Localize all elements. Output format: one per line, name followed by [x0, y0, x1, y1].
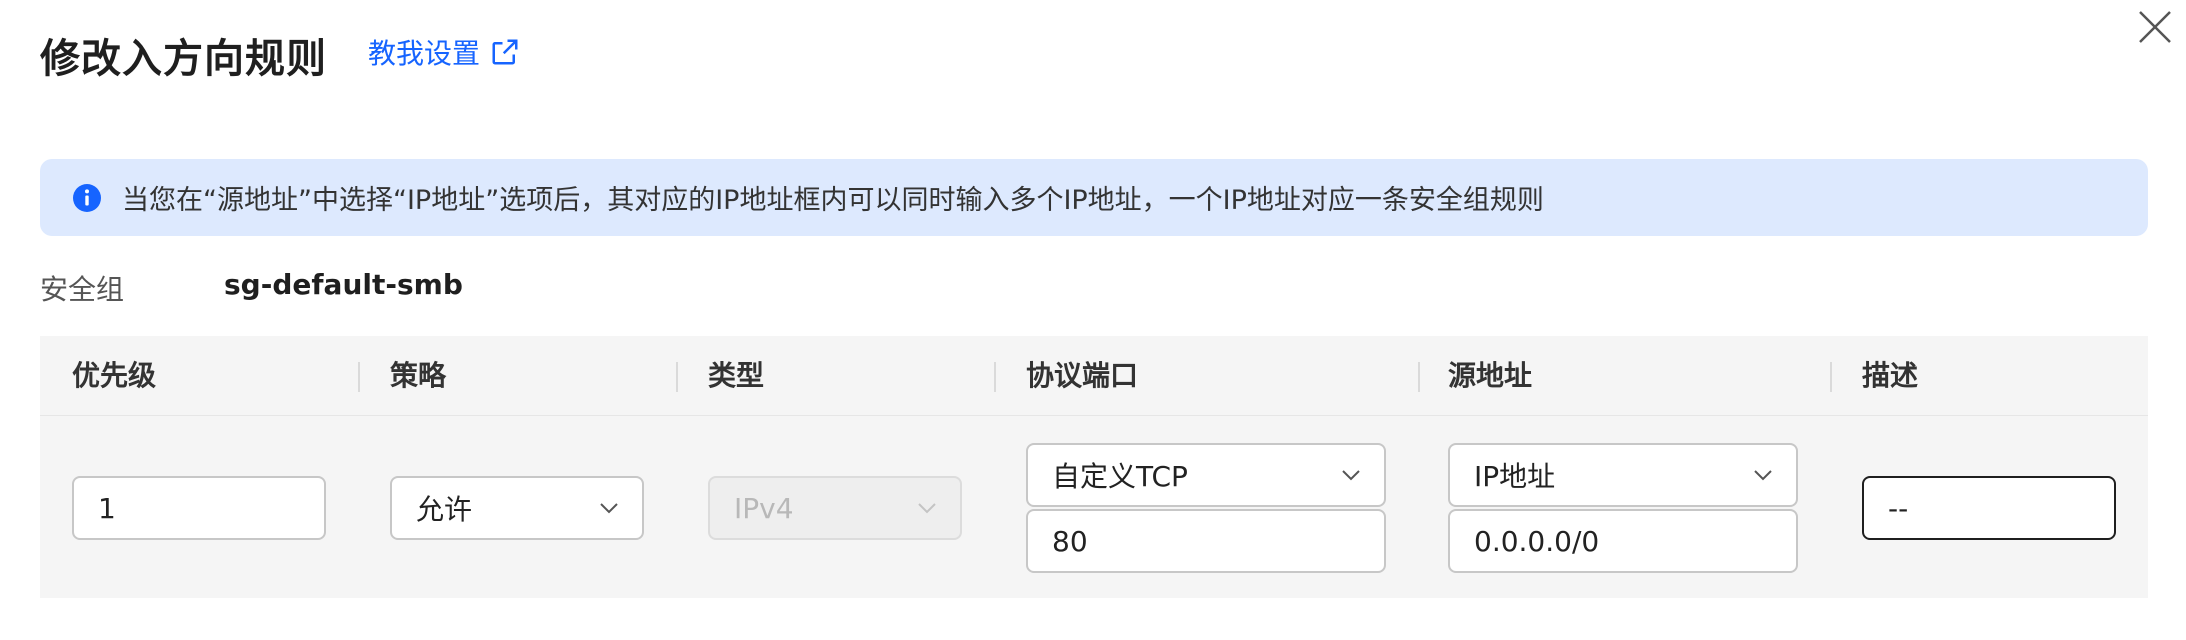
port-input[interactable]: 80 [1026, 509, 1386, 573]
help-link[interactable]: 教我设置 [368, 32, 520, 72]
dialog-title: 修改入方向规则 [40, 36, 327, 82]
column-divider [358, 362, 360, 392]
type-select: IPv4 [708, 476, 962, 540]
close-icon[interactable] [2132, 4, 2178, 50]
rules-table: 优先级 策略 类型 协议端口 源地址 描述 1 允许 IPv4 自定义TCP 8… [40, 336, 2148, 598]
column-divider [1418, 362, 1420, 392]
source-type-value: IP地址 [1474, 460, 1556, 493]
priority-input[interactable]: 1 [72, 476, 326, 540]
info-icon [73, 183, 101, 212]
column-divider [676, 362, 678, 392]
column-header-description: 描述 [1862, 359, 1919, 392]
info-banner: 当您在“源地址”中选择“IP地址”选项后，其对应的IP地址框内可以同时输入多个I… [40, 159, 2148, 236]
source-address-input[interactable]: 0.0.0.0/0 [1448, 509, 1798, 573]
protocol-select[interactable]: 自定义TCP [1026, 443, 1386, 507]
priority-value: 1 [98, 491, 116, 525]
column-header-type: 类型 [708, 359, 765, 392]
chevron-down-icon [600, 503, 618, 514]
chevron-down-icon [1342, 470, 1360, 481]
security-group-label: 安全组 [40, 273, 125, 306]
type-value: IPv4 [734, 491, 794, 525]
column-header-priority: 优先级 [72, 359, 157, 392]
column-divider [994, 362, 996, 392]
protocol-value: 自定义TCP [1052, 460, 1188, 493]
chevron-down-icon [1754, 470, 1772, 481]
port-value: 80 [1052, 524, 1088, 558]
chevron-down-icon [918, 503, 936, 514]
security-group-value: sg-default-smb [224, 268, 463, 301]
column-header-protocol-port: 协议端口 [1026, 359, 1139, 392]
source-address-value: 0.0.0.0/0 [1474, 524, 1600, 558]
source-type-select[interactable]: IP地址 [1448, 443, 1798, 507]
column-header-source: 源地址 [1448, 359, 1533, 392]
help-link-label: 教我设置 [368, 37, 481, 70]
info-banner-text: 当您在“源地址”中选择“IP地址”选项后，其对应的IP地址框内可以同时输入多个I… [122, 185, 1544, 216]
policy-value: 允许 [416, 493, 473, 526]
policy-select[interactable]: 允许 [390, 476, 644, 540]
column-header-policy: 策略 [390, 359, 447, 392]
description-input[interactable]: -- [1862, 476, 2116, 540]
table-header: 优先级 策略 类型 协议端口 源地址 描述 [40, 336, 2148, 416]
description-value: -- [1888, 491, 1909, 525]
external-link-icon [492, 39, 518, 65]
column-divider [1830, 362, 1832, 392]
